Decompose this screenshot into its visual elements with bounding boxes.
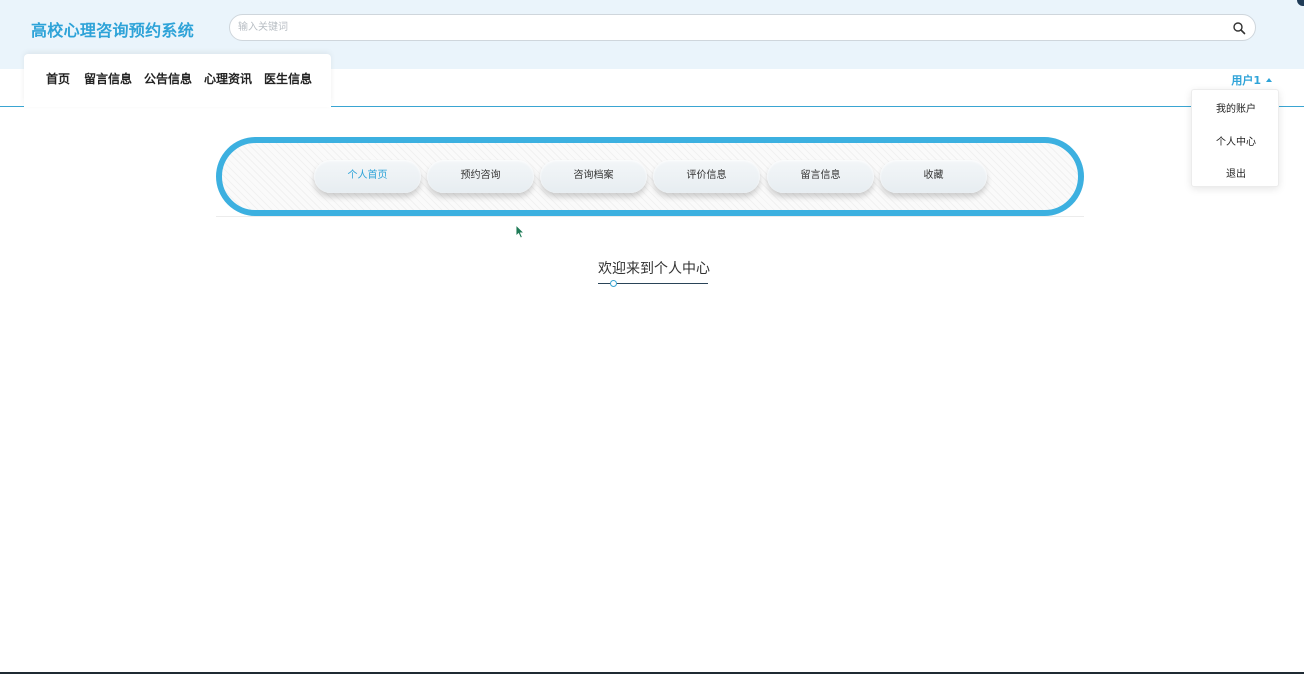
nav-item-announcements[interactable]: 公告信息: [144, 70, 192, 87]
tab-reviews[interactable]: 评价信息: [653, 160, 760, 193]
menu-item-personal-center[interactable]: 个人中心: [1192, 133, 1280, 148]
tab-messages[interactable]: 留言信息: [767, 160, 874, 193]
menu-item-logout[interactable]: 退出: [1192, 165, 1280, 180]
search-input[interactable]: [236, 18, 1216, 37]
underline-dot: [610, 280, 617, 287]
search-icon[interactable]: [1232, 21, 1246, 35]
nav-item-messages[interactable]: 留言信息: [84, 70, 132, 87]
menu-item-my-account[interactable]: 我的账户: [1192, 100, 1280, 115]
tab-favorites[interactable]: 收藏: [880, 160, 987, 193]
nav-item-home[interactable]: 首页: [46, 70, 70, 87]
user-menu-toggle[interactable]: 用户1: [1231, 72, 1272, 88]
user-dropdown-menu: 我的账户 个人中心 退出: [1191, 89, 1279, 187]
nav-item-doctors[interactable]: 医生信息: [264, 70, 312, 87]
user-name: 用户1: [1231, 74, 1261, 87]
personal-center-tabs: 个人首页 预约咨询 咨询档案 评价信息 留言信息 收藏: [216, 137, 1084, 216]
main-navbar: 首页 留言信息 公告信息 心理资讯 医生信息 用户1: [0, 54, 1304, 107]
divider: [216, 216, 1084, 217]
search-bar[interactable]: [229, 14, 1256, 41]
nav-item-psych-news[interactable]: 心理资讯: [204, 70, 252, 87]
tab-consult-records[interactable]: 咨询档案: [540, 160, 647, 193]
nav-menu: 首页 留言信息 公告信息 心理资讯 医生信息: [24, 54, 331, 107]
welcome-heading: 欢迎来到个人中心: [598, 261, 710, 277]
tab-personal-home[interactable]: 个人首页: [314, 160, 421, 193]
caret-up-icon: [1266, 78, 1272, 82]
site-title[interactable]: 高校心理咨询预约系统: [31, 17, 194, 41]
mouse-cursor-icon: [515, 224, 526, 239]
tab-appointment[interactable]: 预约咨询: [427, 160, 534, 193]
